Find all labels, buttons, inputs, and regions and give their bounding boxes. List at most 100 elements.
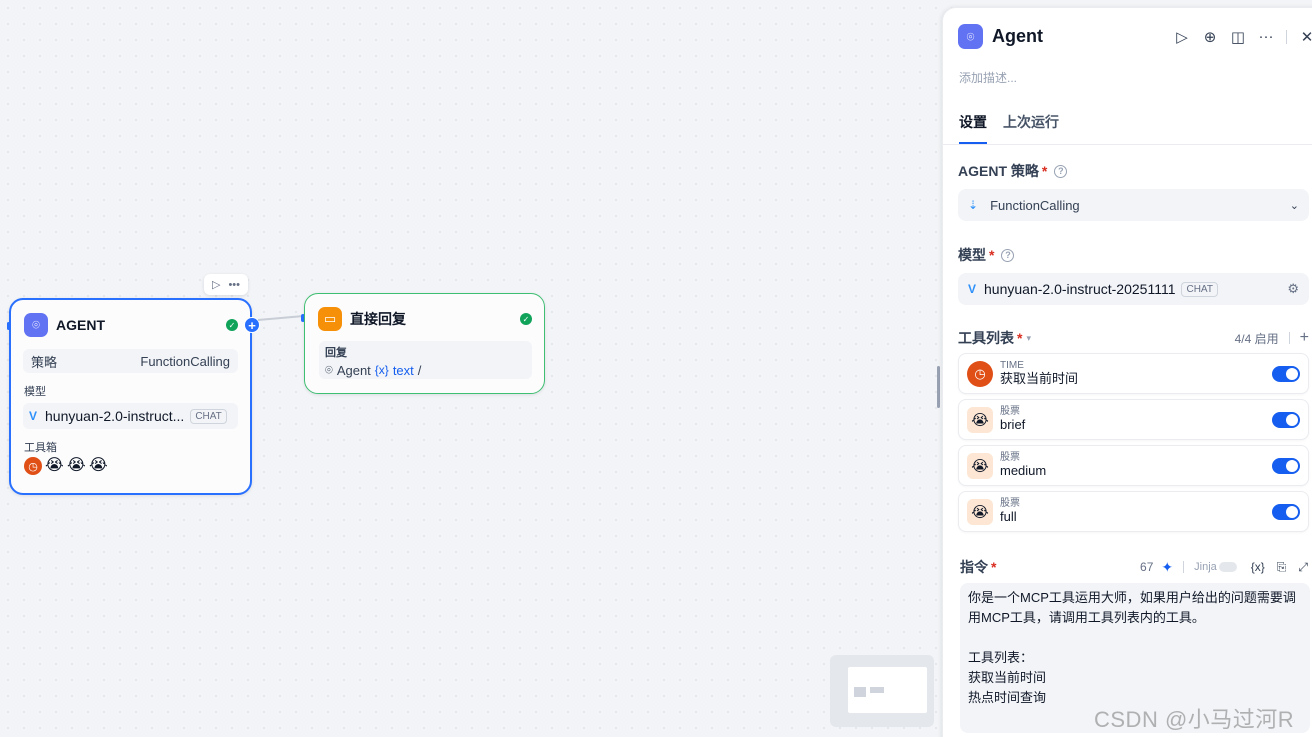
help-icon[interactable]: ? [1054,164,1068,178]
workflow-canvas[interactable]: ▷ ••• ⌾ AGENT ✓ + 策略 FunctionCalling 模型 … [0,0,940,737]
tool-item[interactable]: 😭 股票 brief [958,399,1309,440]
var-node-name: Agent [336,362,371,378]
target-icon[interactable]: ⊕ [1202,28,1218,46]
model-provider-logo-icon: V [968,282,977,296]
tools-count: 4/4 启用 [1234,331,1279,346]
agent-icon: ⌾ [958,24,983,49]
model-name: hunyuan-2.0-instruct... [45,408,185,424]
strategy-value: FunctionCalling [140,353,230,369]
crying-face-icon: 😭 [967,498,993,525]
close-icon[interactable]: ✕ [1299,28,1312,46]
model-select[interactable]: V hunyuan-2.0-instruct-20251111 CHAT ⚙ [958,273,1309,305]
crying-face-icon: 😭 [45,457,64,474]
node-settings-panel: ⌾ Agent ▷ ⊕ ◫ ··· ✕ 添加描述... 设置 上次运行 AGEN… [942,7,1312,737]
strategy-value: FunctionCalling [990,197,1080,213]
node-title: AGENT [56,317,105,333]
char-count: 67 [1140,560,1154,574]
clock-icon: ◷ [24,457,42,475]
model-settings-icon[interactable]: ⚙ [1287,281,1299,297]
agent-small-icon: ⌾ [325,362,333,377]
divider [1286,29,1287,44]
model-value: hunyuan-2.0-instruct-20251111 [984,281,1176,297]
minimap[interactable] [830,655,934,727]
strategy-label: 策略 [31,354,58,370]
tool-list: ◷ TIME 获取当前时间 😭 股票 brief 😭 股票 medium 😭 股… [958,353,1309,532]
tool-enable-toggle[interactable] [1272,457,1300,474]
tools-label-text: 工具列表 [958,330,1014,346]
tool-provider: 股票 [1000,498,1020,510]
ai-generate-icon[interactable]: ✦ [1161,559,1173,576]
tab-settings[interactable]: 设置 [959,112,987,144]
crying-face-icon: 😭 [967,406,993,433]
node-toolbar: ▷ ••• [204,274,248,295]
model-section: 模型 * ? V hunyuan-2.0-instruct-20251111 C… [958,245,1309,305]
direct-reply-node[interactable]: ▭ 直接回复 ✓ 回复 ⌾ Agent {x} text / [304,293,545,394]
input-handle[interactable] [7,322,10,330]
reply-variable: ⌾ Agent {x} text / [325,362,526,378]
help-icon[interactable]: ? [1001,248,1015,262]
required-mark: * [989,247,995,263]
strategy-label-text: AGENT 策略 [958,163,1039,179]
panel-resize-handle[interactable] [937,366,940,408]
tab-last-run[interactable]: 上次运行 [1003,112,1059,144]
success-check-icon: ✓ [520,313,532,325]
jinja-toggle[interactable] [1218,562,1237,572]
strategy-section: AGENT 策略 * ? ⇣ FunctionCalling ⌄ [958,161,1309,221]
required-mark: * [1041,163,1048,179]
add-tool-button[interactable]: + [1300,329,1309,347]
strategy-select[interactable]: ⇣ FunctionCalling ⌄ [958,189,1309,221]
panel-title[interactable]: Agent [992,26,1174,47]
tool-enable-toggle[interactable] [1272,503,1300,520]
split-view-icon[interactable]: ◫ [1230,28,1246,46]
expand-icon[interactable]: ⤢ [1298,560,1308,575]
panel-tabs: 设置 上次运行 [959,112,1312,144]
tool-enable-toggle[interactable] [1272,411,1300,428]
description-field[interactable]: 添加描述... [959,69,1312,86]
tool-enable-toggle[interactable] [1272,365,1300,382]
tool-text: TIME 获取当前时间 [1000,361,1272,385]
run-node-icon[interactable]: ▷ [212,278,220,291]
variable-icon: {x} [374,363,389,377]
tool-name: full [1000,508,1017,524]
tools-section: 工具列表 * ▾ 4/4 启用 + ◷ TIME 获取当前时间 😭 股票 bri… [958,328,1309,532]
model-row: V hunyuan-2.0-instruct... CHAT [23,403,238,429]
chat-tag: CHAT [190,408,227,424]
minimap-viewport[interactable] [848,667,927,713]
minimap-node [854,687,866,697]
insert-variable-button[interactable]: {x} [1251,560,1265,574]
tool-item[interactable]: ◷ TIME 获取当前时间 [958,353,1309,394]
run-icon[interactable]: ▷ [1174,28,1190,46]
clock-icon: ◷ [967,360,993,387]
success-check-icon: ✓ [226,319,238,331]
panel-actions: ▷ ⊕ ◫ ··· ✕ [1174,28,1312,46]
strategy-icon: ⇣ [968,198,979,212]
model-label: 模型 * ? [958,245,1309,265]
tool-item[interactable]: 😭 股票 medium [958,445,1309,486]
var-name: text [392,362,414,378]
collapse-icon[interactable]: ▾ [1026,333,1031,344]
model-label: 模型 [24,386,46,398]
tool-item[interactable]: 😭 股票 full [958,491,1309,532]
required-mark: * [991,559,997,575]
connection-edge[interactable] [257,314,304,321]
toolbox-label: 工具箱 [24,442,57,454]
minimap-node [870,687,884,693]
model-label-text: 模型 [958,247,986,263]
agent-node[interactable]: ⌾ AGENT ✓ + 策略 FunctionCalling 模型 V huny… [7,298,260,495]
copy-icon[interactable]: ⎘ [1277,560,1287,575]
tabs-divider [943,144,1312,145]
crying-face-icon: 😭 [967,452,993,479]
more-icon[interactable]: ··· [1258,28,1274,45]
tool-text: 股票 full [1000,499,1272,523]
tool-text: 股票 medium [1000,453,1272,477]
more-icon[interactable]: ••• [228,279,240,291]
crying-face-icon: 😭 [67,457,86,474]
chat-tag: CHAT [1181,281,1218,297]
chevron-down-icon: ⌄ [1289,199,1299,212]
required-mark: * [1017,330,1023,346]
instruction-label: 指令 * [960,557,996,577]
node-title: 直接回复 [350,311,406,327]
tool-name: medium [1000,462,1047,478]
tool-name: brief [1000,416,1026,432]
instruction-header: 指令 * 67 ✦ Jinja {x} ⎘ ⤢ [960,557,1308,577]
